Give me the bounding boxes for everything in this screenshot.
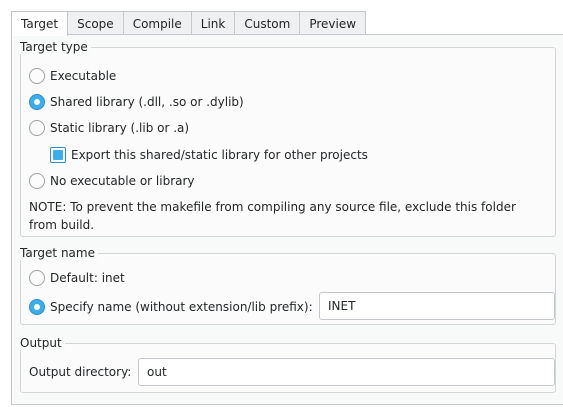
specify-name-radio[interactable]: [29, 299, 45, 315]
output-group: Output Output directory: out: [20, 336, 556, 393]
export-library-option[interactable]: Export this shared/static library for ot…: [50, 145, 368, 165]
option-static-library[interactable]: Static library (.lib or .a): [29, 118, 189, 138]
makefile-note: NOTE: To prevent the makefile from compi…: [29, 200, 516, 232]
no-executable-label: No executable or library: [50, 174, 195, 188]
no-executable-radio[interactable]: [29, 173, 45, 189]
output-title: Output: [20, 336, 65, 350]
output-directory-input[interactable]: out: [138, 358, 555, 386]
tab-bar: Target Scope Compile Link Custom Preview: [11, 11, 367, 36]
target-name-input[interactable]: INET: [319, 292, 555, 320]
static-library-label: Static library (.lib or .a): [50, 121, 190, 135]
target-tab-panel: Target type Executable Shared library (.…: [11, 34, 563, 405]
option-default-name[interactable]: Default: inet: [29, 268, 125, 288]
export-library-checkbox[interactable]: [50, 147, 66, 163]
shared-library-label: Shared library (.dll, .so or .dylib): [50, 95, 244, 109]
default-name-radio[interactable]: [29, 270, 45, 286]
tab-target[interactable]: Target: [11, 11, 69, 36]
executable-radio[interactable]: [29, 68, 45, 84]
target-type-title: Target type: [20, 40, 91, 54]
option-no-executable[interactable]: No executable or library: [29, 171, 195, 191]
tab-compile[interactable]: Compile: [122, 11, 192, 35]
output-directory-row: Output directory:: [29, 362, 131, 382]
specify-name-label: Specify name (without extension/lib pref…: [50, 300, 313, 314]
tab-preview[interactable]: Preview: [299, 11, 367, 35]
executable-label: Executable: [50, 69, 117, 83]
target-type-group: Target type Executable Shared library (.…: [20, 40, 556, 237]
target-name-group: Target name Default: inet Specify name (…: [20, 246, 556, 325]
shared-library-radio[interactable]: [29, 94, 45, 110]
option-specify-name[interactable]: Specify name (without extension/lib pref…: [29, 297, 313, 317]
output-directory-label: Output directory:: [29, 365, 132, 379]
tab-link[interactable]: Link: [190, 11, 236, 35]
option-shared-library[interactable]: Shared library (.dll, .so or .dylib): [29, 92, 244, 112]
static-library-radio[interactable]: [29, 120, 45, 136]
option-executable[interactable]: Executable: [29, 66, 116, 86]
target-name-title: Target name: [20, 246, 98, 260]
tab-scope[interactable]: Scope: [67, 11, 124, 35]
default-name-label: Default: inet: [50, 271, 125, 285]
tab-custom[interactable]: Custom: [234, 11, 301, 35]
export-library-label: Export this shared/static library for ot…: [71, 148, 368, 162]
